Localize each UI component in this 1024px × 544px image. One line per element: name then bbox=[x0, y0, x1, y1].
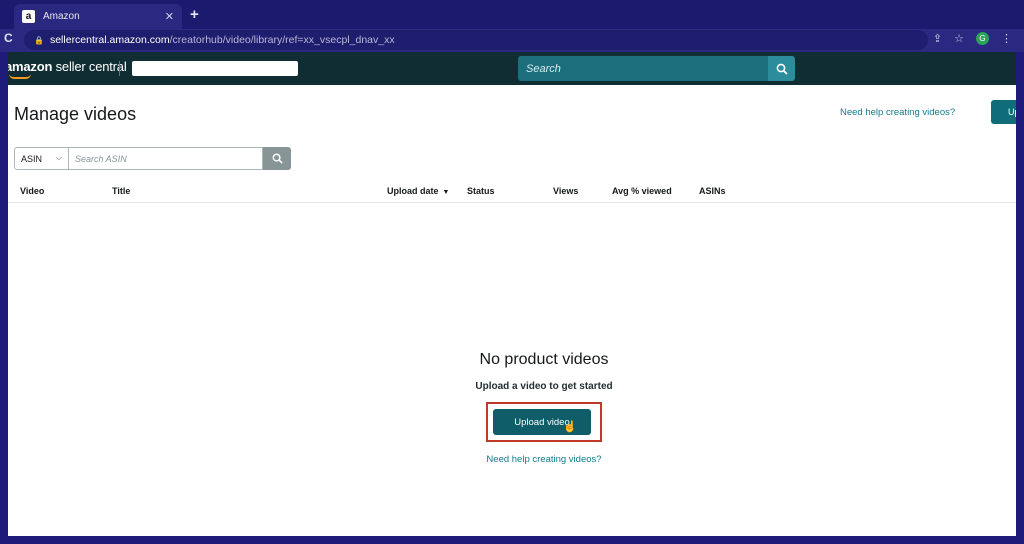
upload-video-top-button[interactable]: Up bbox=[991, 100, 1016, 124]
hand-cursor-icon: ☝ bbox=[563, 421, 577, 433]
upload-date-label: Upload date bbox=[387, 186, 439, 196]
chevron-down-icon: ⌵ bbox=[55, 153, 62, 162]
seller-central-logo[interactable]: amazon seller central bbox=[8, 59, 127, 79]
help-link-top[interactable]: Need help creating videos? bbox=[840, 107, 955, 118]
reload-icon[interactable]: C bbox=[4, 31, 13, 45]
search-type-select[interactable]: ASIN ⌵ bbox=[14, 147, 69, 170]
url-path: /creatorhub/video/library/ref=xx_vsecpl_… bbox=[169, 34, 395, 46]
empty-state-title: No product videos bbox=[479, 351, 609, 368]
lock-icon: 🔒 bbox=[34, 35, 44, 45]
browser-toolbar: C 🔒 sellercentral.amazon.com /creatorhub… bbox=[0, 29, 1024, 52]
search-icon bbox=[272, 153, 283, 164]
column-header-title: Title bbox=[112, 186, 131, 196]
tab-title: Amazon bbox=[43, 11, 80, 22]
column-header-avg-viewed: Avg % viewed bbox=[612, 186, 672, 196]
page-viewport: amazon seller central Search Manage vide… bbox=[8, 52, 1016, 536]
column-header-asins: ASINs bbox=[699, 186, 726, 196]
header-divider bbox=[119, 61, 120, 76]
new-tab-icon[interactable]: + bbox=[190, 6, 199, 23]
marketplace-select[interactable] bbox=[132, 61, 298, 76]
browser-tab[interactable]: a Amazon ✕ bbox=[14, 4, 182, 29]
global-search-input[interactable]: Search bbox=[518, 56, 768, 81]
search-icon bbox=[776, 63, 788, 75]
seller-central-header: amazon seller central Search bbox=[8, 52, 1016, 85]
close-tab-icon[interactable]: ✕ bbox=[165, 10, 174, 23]
column-header-views: Views bbox=[553, 186, 579, 196]
extension-icon[interactable]: G bbox=[976, 32, 989, 45]
column-header-video: Video bbox=[20, 186, 45, 196]
asin-search-input[interactable]: Search ASIN bbox=[69, 147, 263, 170]
column-header-status: Status bbox=[467, 186, 495, 196]
empty-state-subtitle: Upload a video to get started bbox=[475, 381, 613, 392]
share-icon[interactable]: ⇪ bbox=[933, 32, 942, 45]
amazon-favicon-icon: a bbox=[22, 10, 35, 23]
browser-tab-strip: a Amazon ✕ + bbox=[0, 0, 1024, 29]
logo-amazon-text: amazon bbox=[8, 59, 53, 74]
amazon-smile-icon bbox=[9, 74, 31, 79]
menu-icon[interactable]: ⋮ bbox=[1001, 32, 1012, 45]
help-link-bottom[interactable]: Need help creating videos? bbox=[8, 454, 1016, 465]
page-title: Manage videos bbox=[14, 104, 137, 124]
table-header: Video Title Upload date ▼ Status Views Av… bbox=[8, 178, 1016, 203]
url-domain: sellercentral.amazon.com bbox=[49, 34, 170, 46]
global-search-button[interactable] bbox=[768, 56, 795, 81]
column-header-upload-date[interactable]: Upload date ▼ bbox=[387, 186, 449, 196]
sort-caret-icon: ▼ bbox=[442, 189, 450, 196]
logo-suffix-text: seller central bbox=[52, 59, 127, 74]
address-bar[interactable]: 🔒 sellercentral.amazon.com /creatorhub/v… bbox=[24, 30, 928, 50]
bookmark-star-icon[interactable]: ☆ bbox=[954, 32, 964, 45]
asin-search-button[interactable] bbox=[263, 147, 291, 170]
search-type-value: ASIN bbox=[21, 153, 43, 164]
